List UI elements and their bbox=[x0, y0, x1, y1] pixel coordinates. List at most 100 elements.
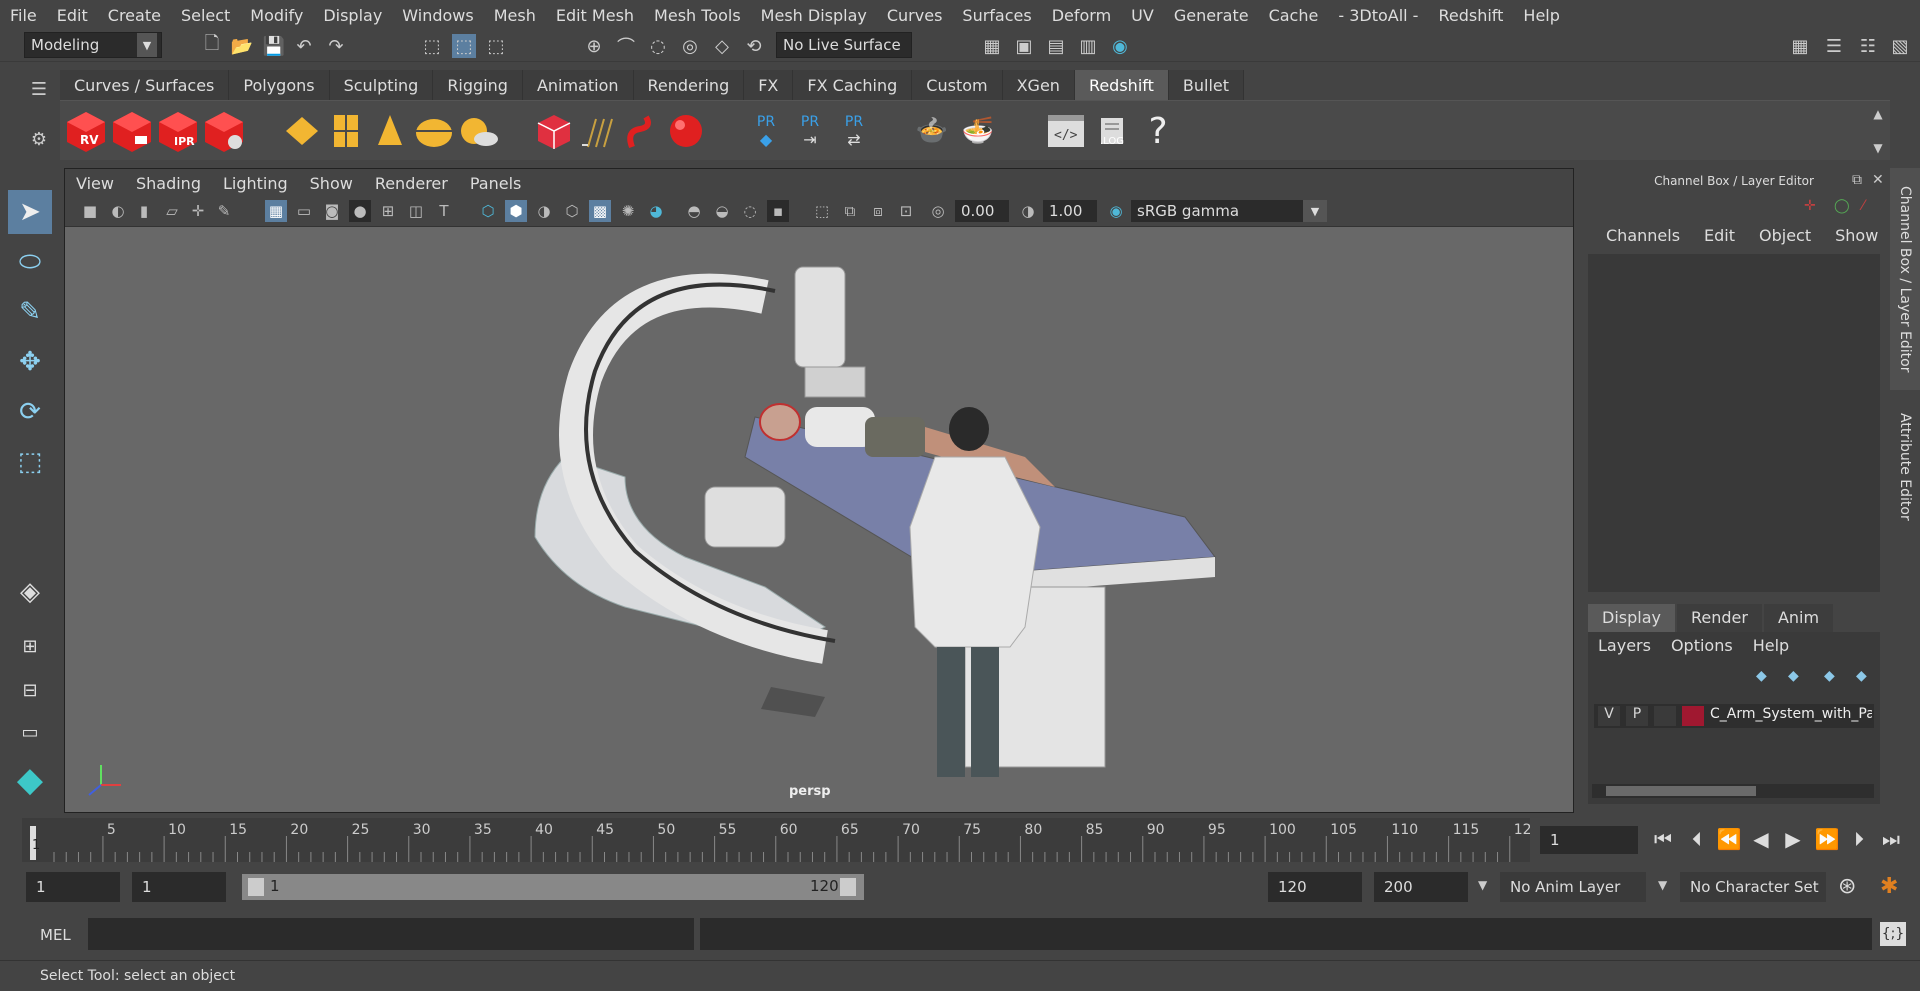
film-gate-icon[interactable]: ▭ bbox=[293, 200, 315, 222]
ipr-render-icon[interactable]: ▤ bbox=[1044, 34, 1068, 58]
step-forward-key-icon[interactable]: ⏩ bbox=[1814, 826, 1840, 852]
pr-cube-icon[interactable]: PR ◆ bbox=[744, 109, 788, 153]
undo-icon[interactable]: ↶ bbox=[292, 34, 316, 58]
tab-curves-surfaces[interactable]: Curves / Surfaces bbox=[60, 70, 230, 100]
menu-surfaces[interactable]: Surfaces bbox=[952, 6, 1041, 25]
camera-icon[interactable]: ■ bbox=[79, 200, 101, 222]
channel-box-menu-object[interactable]: Object bbox=[1747, 226, 1823, 250]
paint-select-tool-icon[interactable]: ✎ bbox=[8, 290, 52, 334]
layer-scrollbar[interactable] bbox=[1592, 784, 1874, 798]
chevron-down-icon[interactable]: ▼ bbox=[1478, 878, 1487, 892]
tab-bullet[interactable]: Bullet bbox=[1168, 70, 1245, 100]
menu-mesh-tools[interactable]: Mesh Tools bbox=[644, 6, 751, 25]
hypershade-icon[interactable]: ◉ bbox=[1108, 34, 1132, 58]
tab-redshift[interactable]: Redshift bbox=[1074, 70, 1169, 100]
menu-create[interactable]: Create bbox=[98, 6, 171, 25]
menu-curves[interactable]: Curves bbox=[877, 6, 953, 25]
tab-fx[interactable]: FX bbox=[744, 70, 794, 100]
viewport-menu-show[interactable]: Show bbox=[299, 174, 364, 193]
snap-grid-icon[interactable]: ⊕ bbox=[582, 34, 606, 58]
shelf-menu-icon[interactable]: ☰ bbox=[24, 74, 54, 104]
tab-rigging[interactable]: Rigging bbox=[433, 70, 523, 100]
viewport-menu-shading[interactable]: Shading bbox=[125, 174, 212, 193]
tab-animation[interactable]: Animation bbox=[522, 70, 634, 100]
menu-cache[interactable]: Cache bbox=[1259, 6, 1329, 25]
menu-help[interactable]: Help bbox=[1513, 6, 1569, 25]
menu-mesh[interactable]: Mesh bbox=[484, 6, 546, 25]
exposure-icon[interactable]: ◎ bbox=[927, 200, 949, 222]
rs-curve-icon[interactable] bbox=[620, 109, 664, 153]
chevron-down-icon[interactable]: ▼ bbox=[1658, 878, 1667, 892]
rs-hair-icon[interactable] bbox=[576, 109, 620, 153]
range-slider-end-handle[interactable] bbox=[840, 878, 856, 896]
step-forward-frame-icon[interactable]: ⏵ bbox=[1846, 826, 1872, 852]
tab-sculpting[interactable]: Sculpting bbox=[329, 70, 434, 100]
default-material-icon[interactable]: ◑ bbox=[533, 200, 555, 222]
lasso-tool-icon[interactable]: ⬭ bbox=[8, 240, 52, 284]
pr-swap-icon[interactable]: PR ⇄ bbox=[832, 109, 876, 153]
move-layer-up-icon[interactable]: ◆ bbox=[1824, 668, 1835, 684]
menu-display[interactable]: Display bbox=[313, 6, 392, 25]
image-plane-icon[interactable]: ▱ bbox=[161, 200, 183, 222]
redo-icon[interactable]: ↷ bbox=[324, 34, 348, 58]
smooth-shade-icon[interactable]: ⬢ bbox=[505, 200, 527, 222]
render-frame-icon[interactable]: ▣ bbox=[1012, 34, 1036, 58]
wireframe-icon[interactable]: ⬡ bbox=[477, 200, 499, 222]
layer-playback-toggle[interactable]: P bbox=[1626, 706, 1648, 726]
2d-pan-zoom-icon[interactable]: ✛ bbox=[187, 200, 209, 222]
grease-pencil-icon[interactable]: ✎ bbox=[213, 200, 235, 222]
tab-rendering[interactable]: Rendering bbox=[633, 70, 745, 100]
rs-ies-light-icon[interactable] bbox=[368, 109, 412, 153]
channel-list[interactable] bbox=[1588, 254, 1880, 592]
step-back-frame-icon[interactable]: ⏴ bbox=[1684, 826, 1710, 852]
select-tool-icon[interactable]: ➤ bbox=[8, 190, 52, 234]
select-object-icon[interactable]: ⬚ bbox=[452, 34, 476, 58]
select-hierarchy-icon[interactable]: ⬚ bbox=[420, 34, 444, 58]
hyper-icon[interactable]: ⁄ bbox=[1862, 198, 1864, 214]
single-pane-layout-icon[interactable]: ◈ bbox=[8, 570, 52, 614]
two-pane-layout-icon[interactable]: ⊟ bbox=[8, 668, 52, 712]
render-bowl-icon[interactable]: 🍲 bbox=[910, 109, 954, 153]
float-panel-icon[interactable]: ⧉ bbox=[1852, 172, 1862, 188]
play-backwards-icon[interactable]: ◀ bbox=[1748, 826, 1774, 852]
isolate-select-icon[interactable]: ⬚ bbox=[811, 200, 833, 222]
menu-edit-mesh[interactable]: Edit Mesh bbox=[546, 6, 644, 25]
new-scene-icon[interactable]: 🗋 bbox=[200, 33, 224, 58]
animation-end-field[interactable]: 200 bbox=[1374, 872, 1468, 902]
textured-icon[interactable]: ▩ bbox=[589, 200, 611, 222]
menu-generate[interactable]: Generate bbox=[1164, 6, 1259, 25]
layer-type-toggle[interactable] bbox=[1654, 706, 1676, 726]
tab-xgen[interactable]: XGen bbox=[1002, 70, 1075, 100]
script-editor-button-icon[interactable]: {;} bbox=[1880, 922, 1906, 946]
anim-layer-dropdown[interactable]: No Anim Layer bbox=[1500, 872, 1646, 902]
menu-3dtoall[interactable]: - 3DtoAll - bbox=[1328, 6, 1428, 25]
animation-prefs-icon[interactable]: ✱ bbox=[1880, 874, 1898, 899]
live-surface-field[interactable]: No Live Surface bbox=[776, 32, 912, 58]
open-scene-icon[interactable]: 📂 bbox=[230, 34, 254, 58]
gamma-field[interactable]: 1.00 bbox=[1043, 200, 1097, 222]
current-frame-field[interactable]: 1 bbox=[1540, 826, 1638, 854]
move-tool-icon[interactable]: ✥ bbox=[8, 340, 52, 384]
log-icon[interactable]: .LOG bbox=[1090, 109, 1134, 153]
grid-icon[interactable]: ▦ bbox=[265, 200, 287, 222]
command-language-label[interactable]: MEL bbox=[40, 926, 71, 944]
close-icon[interactable]: ✕ bbox=[1872, 172, 1884, 188]
channel-box-menu-edit[interactable]: Edit bbox=[1692, 226, 1747, 250]
side-tab-channel-box[interactable]: Channel Box / Layer Editor bbox=[1890, 168, 1920, 390]
rs-dome-light-icon[interactable] bbox=[412, 109, 456, 153]
pr-export-icon[interactable]: PR ⇥ bbox=[788, 109, 832, 153]
shelf-scroll[interactable]: ▲ ▼ bbox=[1870, 107, 1886, 155]
script-editor-icon[interactable]: </> bbox=[1044, 109, 1088, 153]
xray-icon[interactable]: ⧉ bbox=[839, 200, 861, 222]
outliner-layout-icon[interactable]: ▭ bbox=[8, 710, 52, 754]
safe-action-icon[interactable]: ◫ bbox=[405, 200, 427, 222]
render-view-icon[interactable]: ▦ bbox=[980, 34, 1004, 58]
snap-surface-icon[interactable]: ◇ bbox=[710, 34, 734, 58]
redshift-render-icon[interactable] bbox=[110, 109, 154, 153]
layer-menu-layers[interactable]: Layers bbox=[1588, 636, 1661, 660]
tab-custom[interactable]: Custom bbox=[912, 70, 1003, 100]
view-transform-dropdown[interactable]: sRGB gamma ▼ bbox=[1131, 200, 1327, 222]
layer-row[interactable]: V P C_Arm_System_with_Pa bbox=[1594, 704, 1874, 728]
depth-of-field-icon[interactable]: ▪ bbox=[767, 200, 789, 222]
exposure-field[interactable]: 0.00 bbox=[955, 200, 1009, 222]
